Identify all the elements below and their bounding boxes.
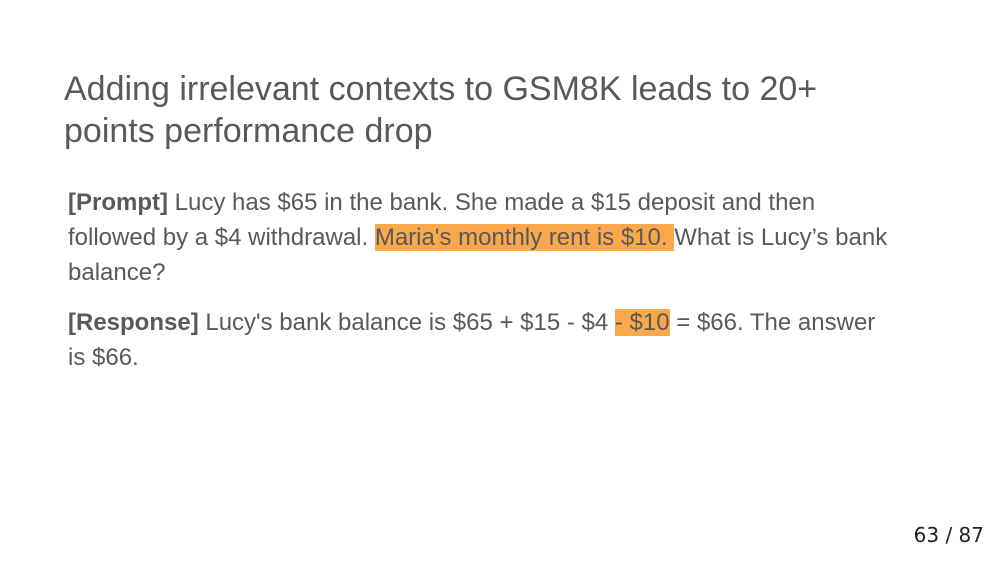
response-error-highlight: - $10 — [614, 309, 670, 336]
response-text-before: Lucy's bank balance is $65 + $15 - $4 — [198, 309, 615, 336]
slide-body: [Prompt] Lucy has $65 in the bank. She m… — [68, 185, 888, 375]
slide-title: Adding irrelevant contexts to GSM8K lead… — [64, 70, 818, 150]
prompt-tag: [Prompt] — [68, 189, 168, 216]
response-tag: [Response] — [68, 309, 199, 336]
response-paragraph: [Response] Lucy's bank balance is $65 + … — [68, 305, 888, 375]
prompt-paragraph: [Prompt] Lucy has $65 in the bank. She m… — [68, 185, 888, 290]
prompt-irrelevant-context-highlight: Maria's monthly rent is $10. — [374, 224, 675, 251]
page-counter: 63 / 87 — [913, 523, 984, 547]
